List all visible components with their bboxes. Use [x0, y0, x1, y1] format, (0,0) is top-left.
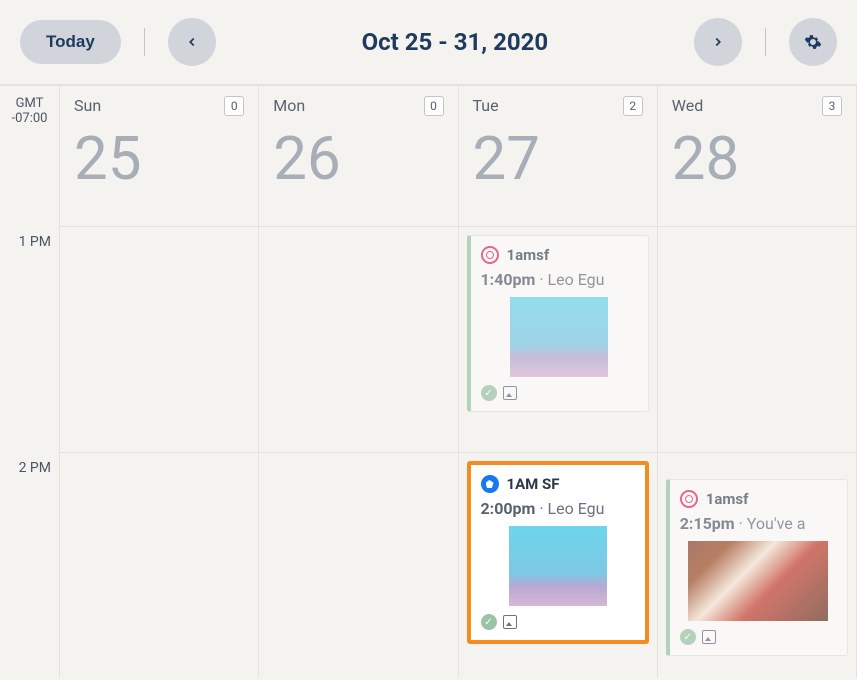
day-count-badge: 2	[623, 96, 643, 116]
chevron-right-icon	[711, 35, 725, 49]
today-button[interactable]: Today	[20, 20, 121, 64]
post-footer: ✓	[481, 385, 638, 401]
timezone-label: GMT -07:00	[0, 86, 60, 226]
account-name: 1amsf	[706, 490, 749, 508]
day-header-sun[interactable]: Sun 0 25	[60, 86, 259, 226]
image-icon	[503, 386, 517, 400]
approved-icon: ✓	[481, 385, 497, 401]
cell-mon-2pm[interactable]	[259, 452, 458, 678]
chevron-left-icon	[185, 35, 199, 49]
day-count-badge: 0	[424, 96, 444, 116]
time-label-2pm: 2 PM	[0, 452, 60, 678]
day-count-badge: 0	[224, 96, 244, 116]
cell-wed-2pm[interactable]: 1amsf 2:15pm · You've a ✓	[658, 452, 857, 678]
cell-sun-2pm[interactable]	[60, 452, 259, 678]
approved-icon: ✓	[680, 629, 696, 645]
cell-wed-1pm[interactable]	[658, 226, 857, 452]
divider	[765, 28, 766, 56]
post-card[interactable]: 1amsf 2:15pm · You've a ✓	[666, 479, 848, 656]
cell-tue-1pm[interactable]: 1amsf 1:40pm · Leo Egu ✓	[459, 226, 658, 452]
calendar-grid: GMT -07:00 Sun 0 25 Mon 0 26 Tue 2 27 We…	[0, 85, 857, 678]
post-footer: ✓	[481, 614, 635, 630]
post-thumbnail	[510, 297, 608, 377]
day-header-tue[interactable]: Tue 2 27	[459, 86, 658, 226]
cell-mon-1pm[interactable]	[259, 226, 458, 452]
post-meta: 2:15pm · You've a	[680, 514, 837, 533]
day-count-badge: 3	[822, 96, 842, 116]
post-time: 1:40pm	[481, 270, 536, 289]
post-header: 1amsf	[481, 246, 638, 264]
instagram-icon	[481, 246, 499, 264]
post-caption: · Leo Egu	[535, 270, 604, 289]
image-icon	[503, 615, 517, 629]
day-header-mon[interactable]: Mon 0 26	[259, 86, 458, 226]
post-footer: ✓	[680, 629, 837, 645]
day-name: Wed	[672, 96, 842, 115]
day-number: 25	[74, 123, 244, 194]
post-meta: 2:00pm · Leo Egu	[481, 499, 635, 518]
date-range-label: Oct 25 - 31, 2020	[231, 28, 679, 56]
post-caption: · Leo Egu	[535, 499, 604, 518]
toolbar: Today Oct 25 - 31, 2020	[0, 0, 857, 85]
day-header-wed[interactable]: Wed 3 28	[658, 86, 857, 226]
divider	[144, 28, 145, 56]
account-name: 1AM SF	[507, 475, 560, 493]
day-number: 27	[473, 123, 643, 194]
post-header: 1AM SF	[481, 475, 635, 493]
day-name: Mon	[273, 96, 443, 115]
post-caption: · You've a	[735, 514, 806, 533]
cell-sun-1pm[interactable]	[60, 226, 259, 452]
settings-button[interactable]	[789, 18, 837, 66]
approved-icon: ✓	[481, 614, 497, 630]
day-number: 26	[273, 123, 443, 194]
prev-week-button[interactable]	[168, 18, 216, 66]
next-week-button[interactable]	[694, 18, 742, 66]
day-name: Sun	[74, 96, 244, 115]
post-thumbnail	[509, 526, 607, 606]
post-thumbnail	[688, 541, 828, 621]
facebook-icon	[481, 475, 499, 493]
tz-offset: -07:00	[0, 111, 59, 126]
image-icon	[702, 630, 716, 644]
instagram-icon	[680, 490, 698, 508]
post-card-selected[interactable]: 1AM SF 2:00pm · Leo Egu ✓	[467, 461, 649, 644]
post-meta: 1:40pm · Leo Egu	[481, 270, 638, 289]
gear-icon	[804, 33, 822, 51]
post-header: 1amsf	[680, 490, 837, 508]
day-number: 28	[672, 123, 842, 194]
time-label-1pm: 1 PM	[0, 226, 60, 452]
day-name: Tue	[473, 96, 643, 115]
cell-tue-2pm[interactable]: 1AM SF 2:00pm · Leo Egu ✓	[459, 452, 658, 678]
post-card[interactable]: 1amsf 1:40pm · Leo Egu ✓	[467, 235, 649, 412]
tz-name: GMT	[0, 96, 59, 111]
post-time: 2:00pm	[481, 499, 536, 518]
post-time: 2:15pm	[680, 514, 735, 533]
account-name: 1amsf	[507, 246, 550, 264]
